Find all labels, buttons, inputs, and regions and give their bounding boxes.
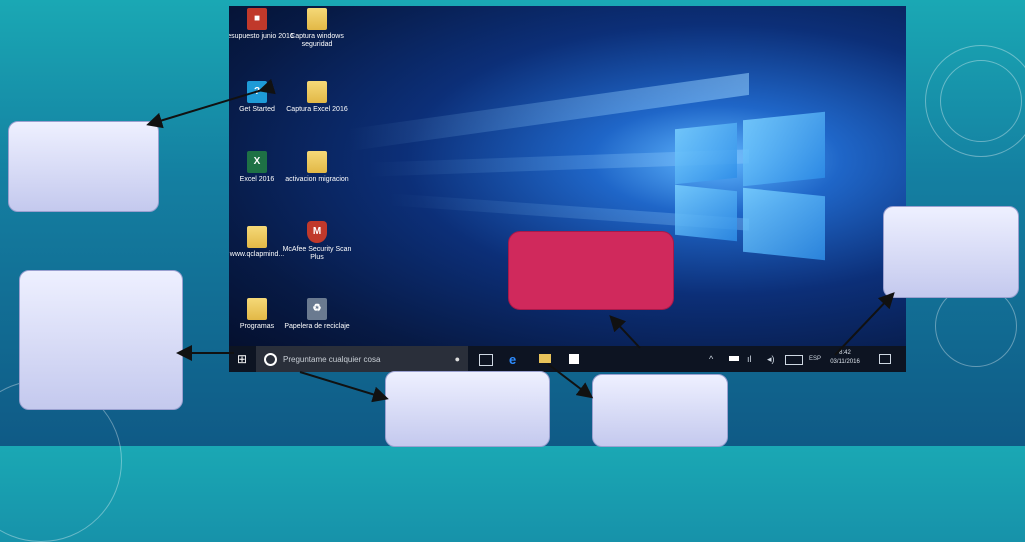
arrow-taskbar xyxy=(609,315,641,349)
arrow-desktop-icons xyxy=(146,78,276,129)
arrow-notification-area xyxy=(834,292,895,356)
arrow-pinned-apps xyxy=(547,363,594,399)
arrow-search xyxy=(299,371,389,403)
annotation-arrows xyxy=(146,78,895,403)
